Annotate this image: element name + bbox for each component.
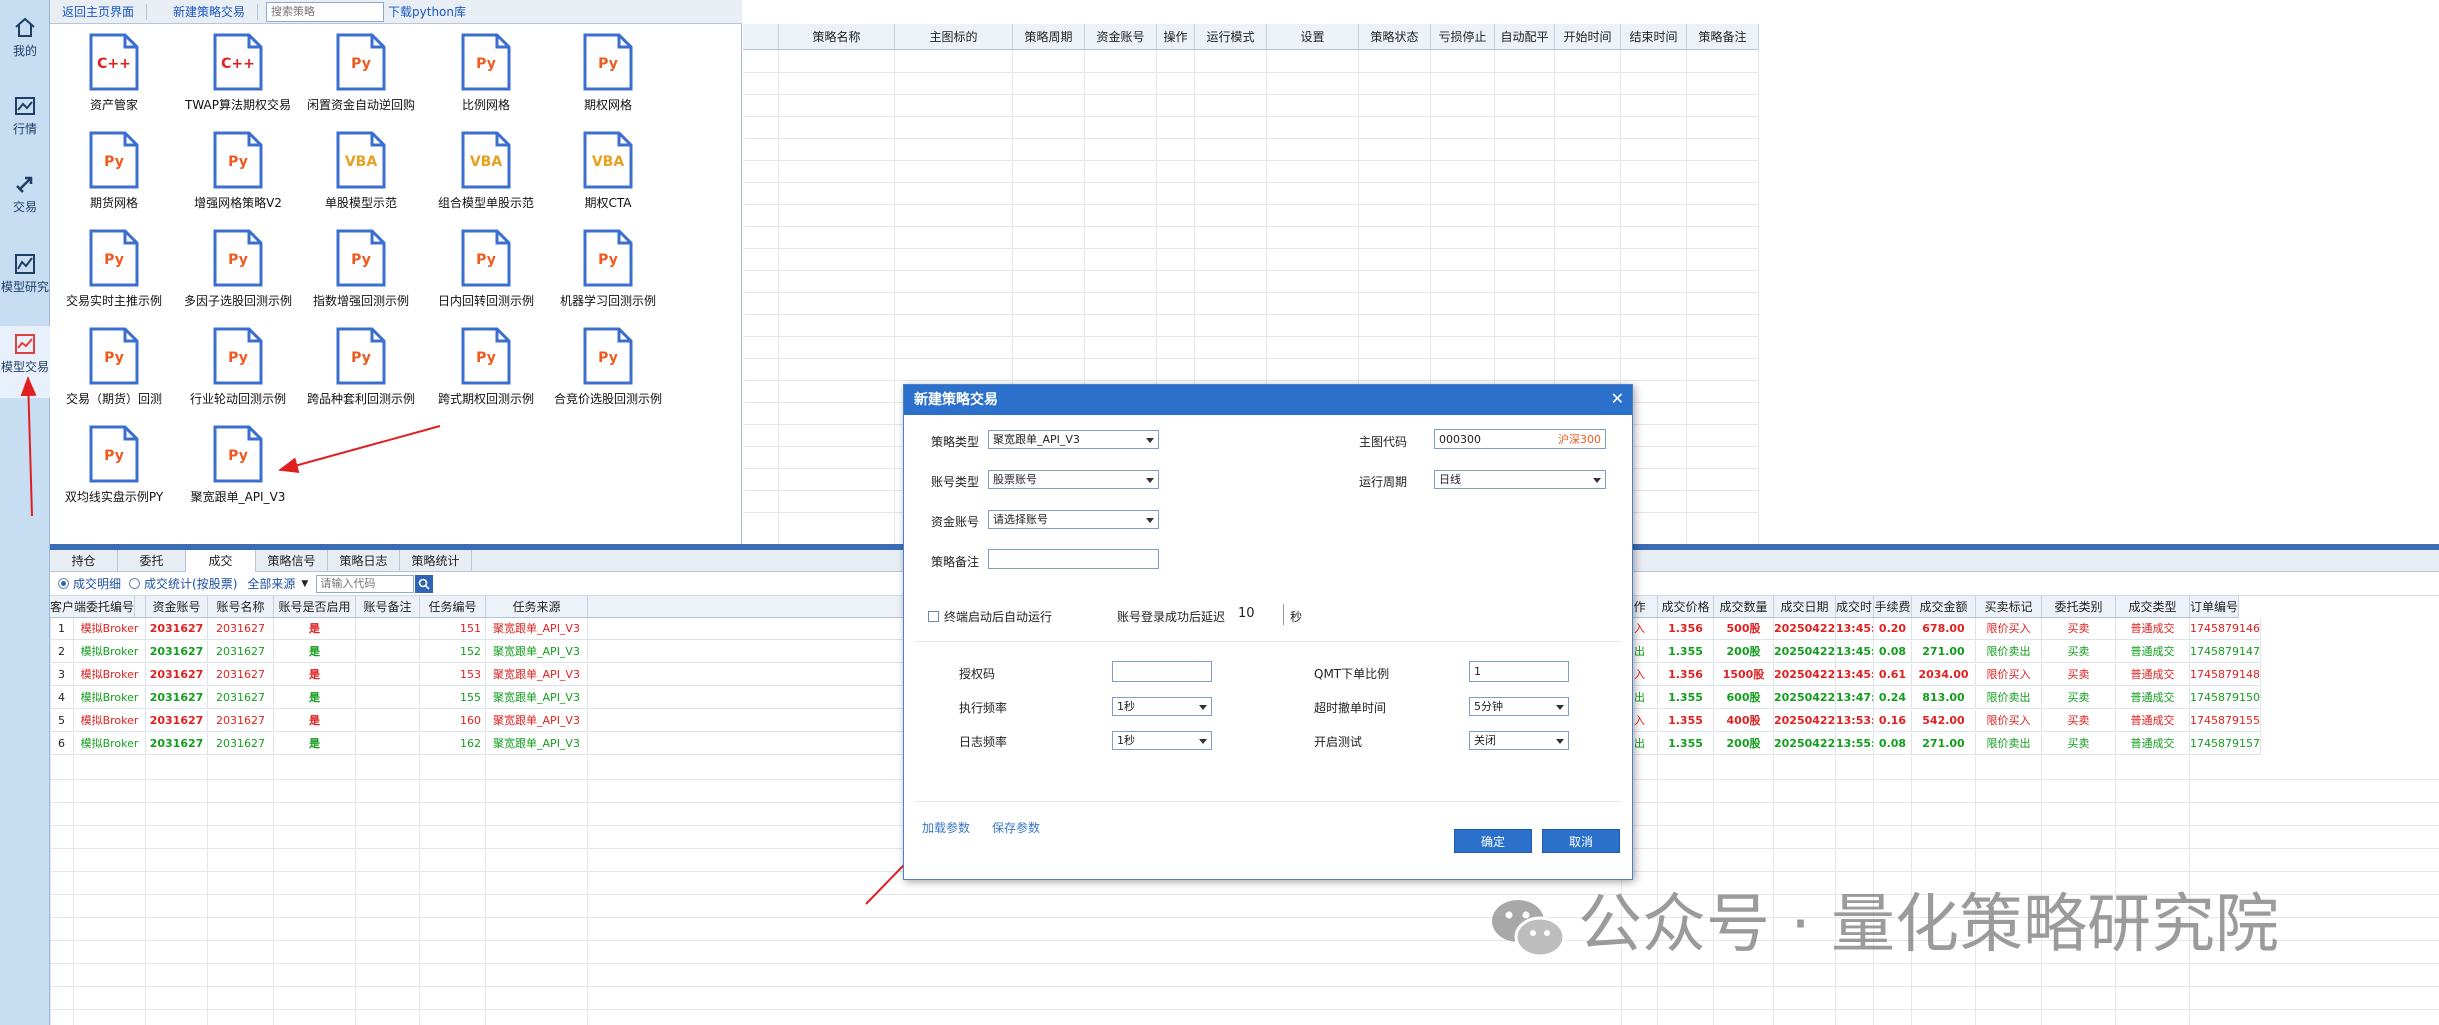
qmt-ratio-value: 1 (1474, 665, 1481, 678)
chevron-down-icon (1146, 478, 1154, 483)
qmt-ratio-input[interactable]: 1 (1469, 661, 1569, 682)
test-mode-select[interactable]: 关闭 (1469, 731, 1569, 750)
strategy-type-value: 聚宽跟单_API_V3 (993, 433, 1080, 446)
divider (916, 801, 1620, 802)
chevron-down-icon (1146, 438, 1154, 443)
fund-account-value: 请选择账号 (993, 513, 1048, 526)
chevron-down-icon (1199, 705, 1207, 710)
chevron-down-icon (1593, 478, 1601, 483)
log-freq-select[interactable]: 1秒 (1112, 731, 1212, 750)
log-freq-label: 日志频率 (959, 735, 1008, 749)
period-select[interactable]: 日线 (1434, 470, 1606, 489)
delay-input[interactable]: 10 (1234, 604, 1284, 625)
strategy-type-label: 策略类型 (931, 435, 980, 449)
annotation-arrow (20, 376, 37, 517)
qmt-ratio-label: QMT下单比例 (1314, 667, 1390, 681)
fund-account-label: 资金账号 (931, 515, 980, 529)
close-icon[interactable]: ✕ (1611, 391, 1624, 407)
dialog-title: 新建策略交易 (904, 385, 1632, 415)
autorun-checkbox[interactable] (928, 611, 939, 622)
wechat-logo-icon (1492, 900, 1566, 958)
main-code-label: 主图代码 (1359, 435, 1408, 449)
main-code-value: 000300 (1439, 433, 1481, 446)
timeout-select[interactable]: 5分钟 (1469, 697, 1569, 716)
timeout-label: 超时撤单时间 (1314, 701, 1387, 715)
autorun-label: 终端启动后自动运行 (944, 610, 1053, 624)
test-mode-label: 开启测试 (1314, 735, 1363, 749)
log-freq-value: 1秒 (1117, 734, 1135, 747)
period-value: 日线 (1439, 473, 1461, 486)
remark-label: 策略备注 (931, 555, 980, 569)
cancel-button[interactable]: 取消 (1542, 829, 1620, 853)
account-type-label: 账号类型 (931, 475, 980, 489)
delay-unit: 秒 (1290, 610, 1303, 624)
delay-value: 10 (1238, 606, 1255, 621)
chevron-down-icon (1199, 739, 1207, 744)
divider (916, 641, 1620, 642)
new-strategy-dialog: 新建策略交易 ✕ 策略类型 聚宽跟单_API_V3 账号类型 股票账号 资金账号… (903, 384, 1633, 880)
test-mode-value: 关闭 (1474, 734, 1496, 747)
chevron-down-icon (1556, 705, 1564, 710)
delay-label: 账号登录成功后延迟 (1117, 610, 1226, 624)
watermark: 公众号 · 量化策略研究院 (1488, 880, 2368, 970)
chevron-down-icon (1146, 518, 1154, 523)
exec-freq-select[interactable]: 1秒 (1112, 697, 1212, 716)
fund-account-select[interactable]: 请选择账号 (988, 510, 1159, 529)
main-code-input[interactable]: 000300 沪深300 (1434, 429, 1606, 449)
watermark-text: 公众号 · 量化策略研究院 (1578, 888, 2280, 962)
save-params-link[interactable]: 保存参数 (992, 819, 1040, 836)
timeout-value: 5分钟 (1474, 700, 1503, 713)
ok-button[interactable]: 确定 (1454, 829, 1532, 853)
exec-freq-label: 执行频率 (959, 701, 1008, 715)
annotation-arrow (278, 425, 441, 473)
strategy-type-select[interactable]: 聚宽跟单_API_V3 (988, 430, 1159, 449)
period-label: 运行周期 (1359, 475, 1408, 489)
account-type-value: 股票账号 (993, 473, 1037, 486)
exec-freq-value: 1秒 (1117, 700, 1135, 713)
auth-code-input[interactable] (1112, 661, 1212, 682)
main-code-name: 沪深300 (1558, 433, 1601, 446)
remark-input[interactable] (988, 549, 1159, 569)
load-params-link[interactable]: 加载参数 (922, 819, 970, 836)
auth-code-label: 授权码 (959, 667, 996, 681)
chevron-down-icon (1556, 739, 1564, 744)
account-type-select[interactable]: 股票账号 (988, 470, 1159, 489)
